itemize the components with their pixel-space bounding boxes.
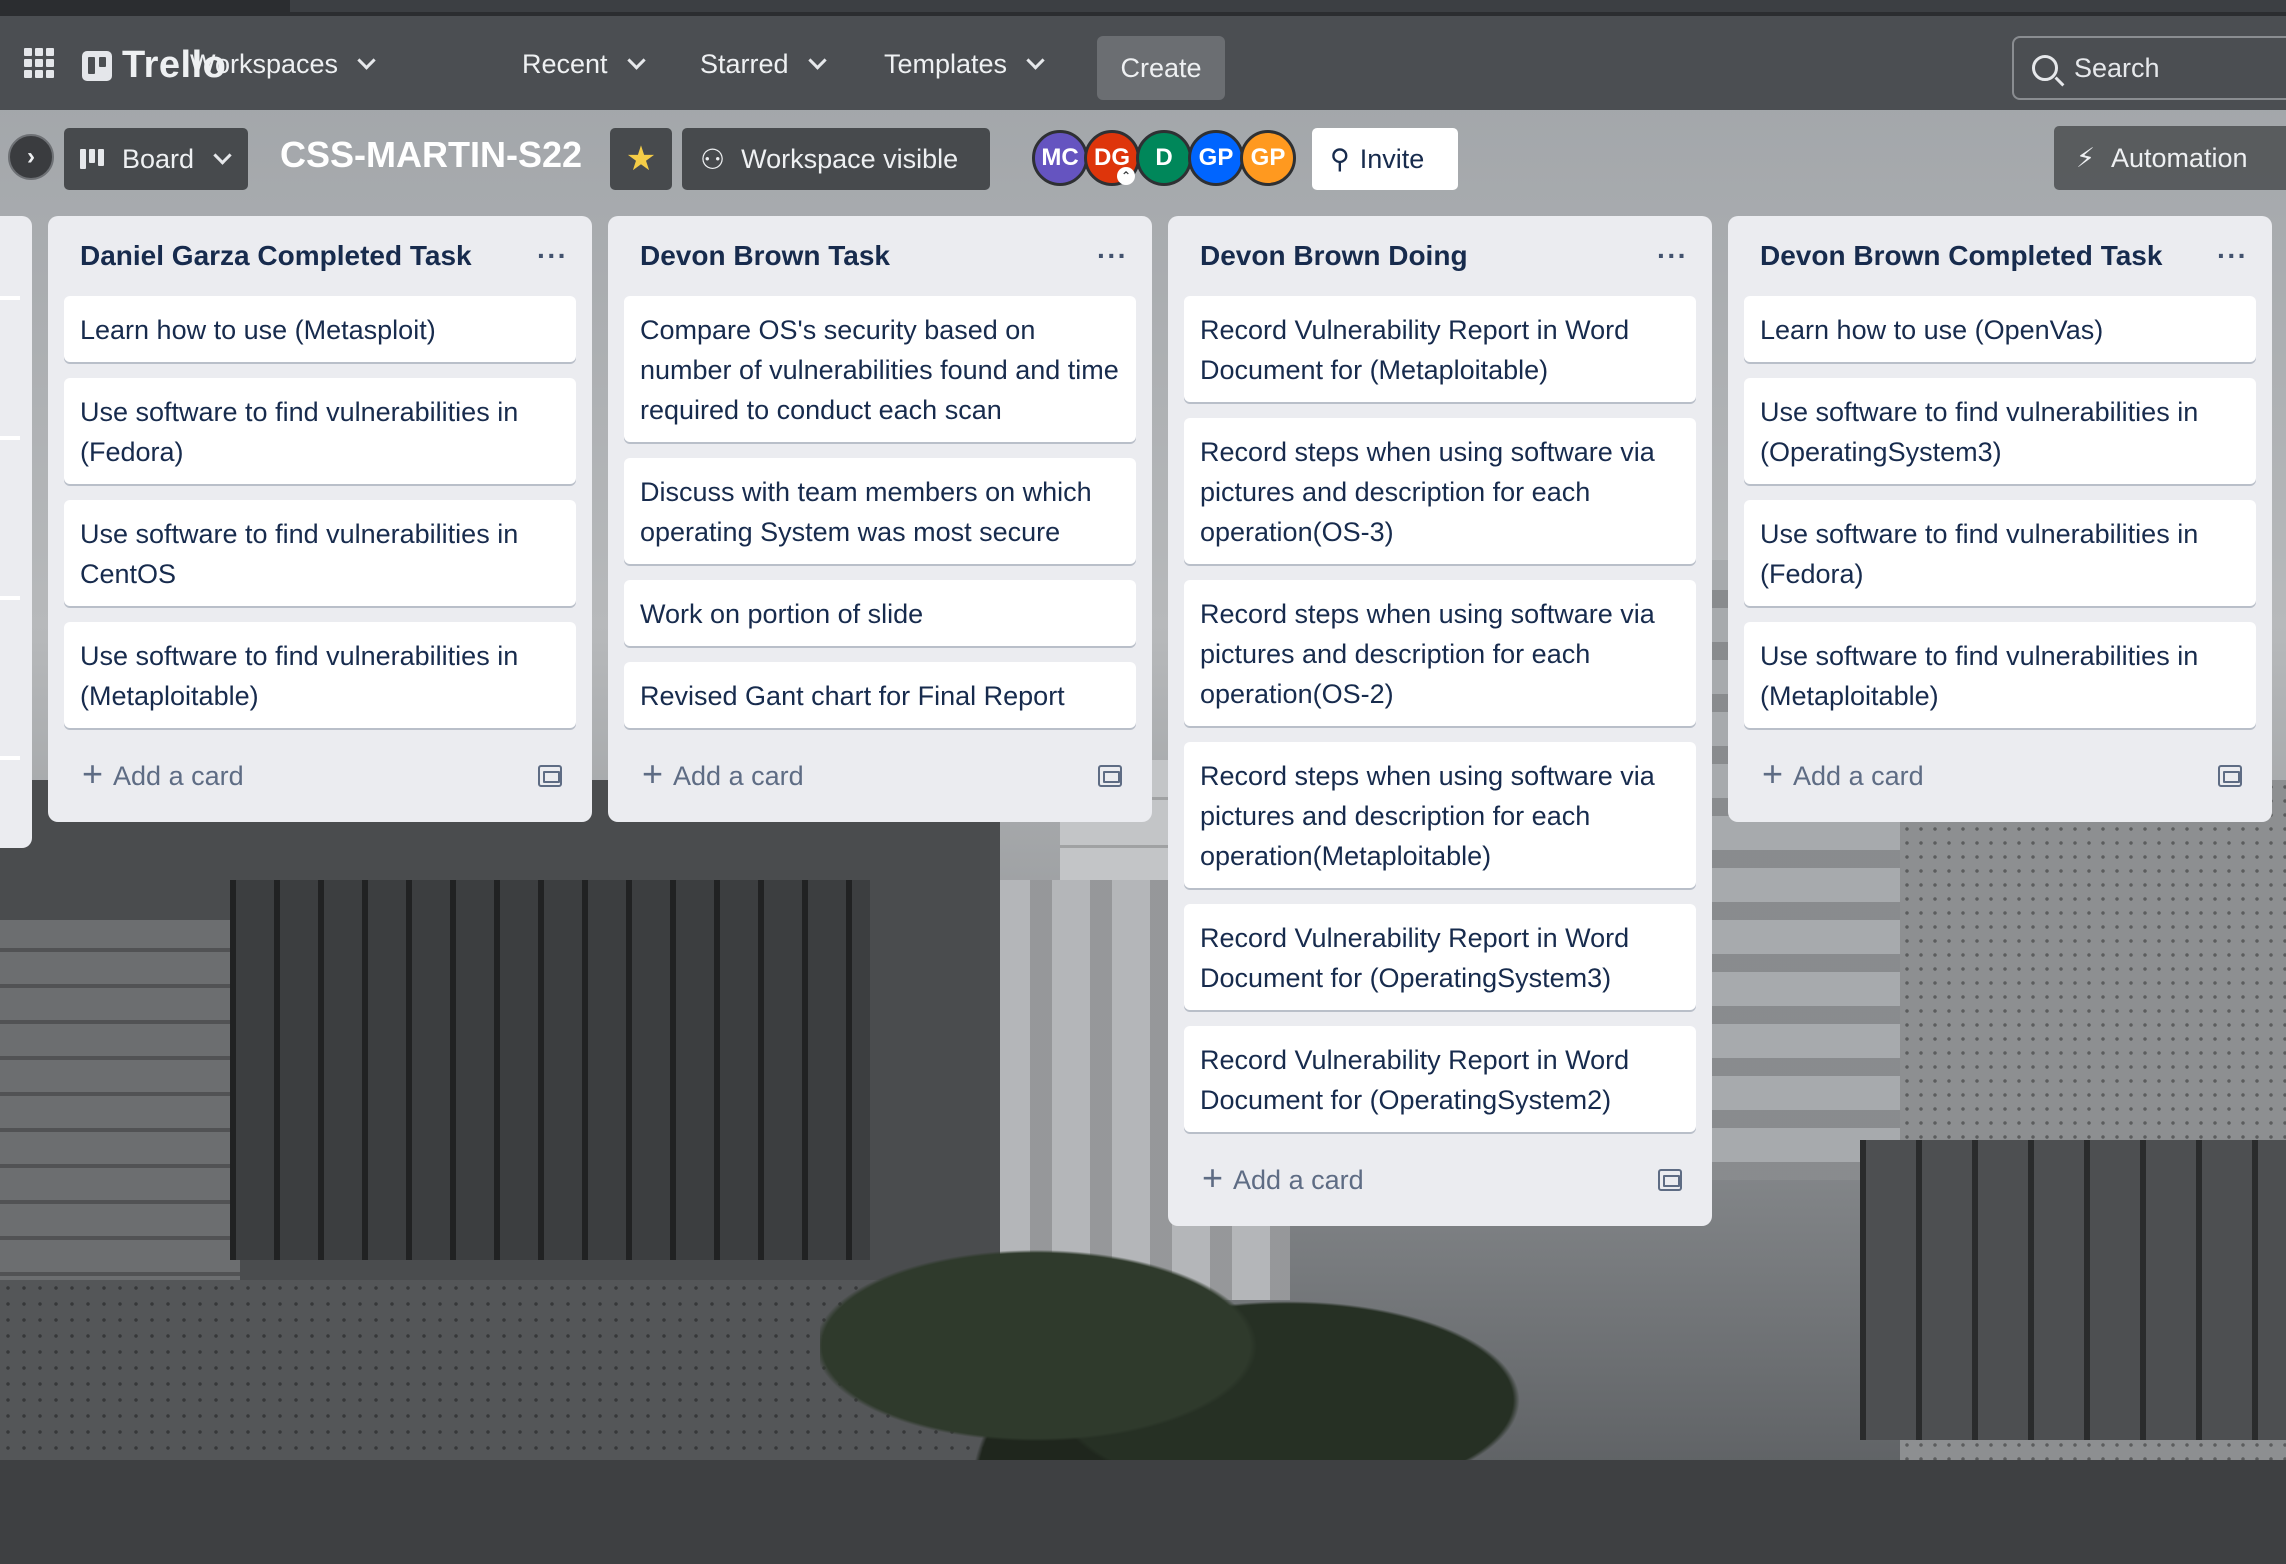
board-view-switcher[interactable]: Board (64, 128, 248, 190)
starred-label: Starred (700, 48, 789, 79)
invite-label: Invite (1359, 143, 1425, 174)
list-devon-brown-completed: Devon Brown Completed Task ··· Learn how… (1728, 216, 2272, 822)
top-navigation-bar: Trello Workspaces Recent Starred Templat… (0, 16, 2286, 110)
avatar[interactable]: MC (1032, 130, 1088, 186)
avatar[interactable]: DG ⌃ (1084, 130, 1140, 186)
automation-button[interactable]: ⚡ Automation (2054, 126, 2286, 190)
templates-label: Templates (884, 48, 1008, 79)
card[interactable]: Learn how to use (OpenVas) (1744, 296, 2256, 362)
plus-icon: + (82, 753, 104, 794)
chevron-down-icon (626, 50, 646, 70)
list-title[interactable]: Devon Brown Task (640, 240, 890, 272)
browser-top-strip (0, 0, 2286, 16)
avatar[interactable]: GP (1188, 130, 1244, 186)
search-icon (2032, 55, 2058, 81)
member-avatars: MC DG ⌃ D GP GP (1032, 130, 1296, 186)
card[interactable]: Record steps when using software via pic… (1184, 418, 1696, 564)
list-partial-offscreen (0, 216, 32, 848)
list-title[interactable]: Devon Brown Completed Task (1760, 240, 2162, 272)
app-switcher-icon[interactable] (24, 48, 54, 78)
chevron-down-icon (807, 50, 827, 70)
automation-label: Automation (2110, 142, 2248, 173)
list-menu-icon[interactable]: ··· (1097, 240, 1128, 272)
card[interactable]: Use software to find vulnerabilities in … (1744, 500, 2256, 606)
plus-icon: + (642, 753, 664, 794)
list-title[interactable]: Daniel Garza Completed Task (80, 240, 472, 272)
card-template-icon[interactable] (2218, 765, 2242, 787)
board-header: › Board CSS-MARTIN-S22 ★ ⚇ Workspace vis… (0, 110, 2286, 210)
chevron-down-icon (213, 145, 232, 165)
chevron-down-icon (1026, 50, 1045, 70)
trello-logo-icon (82, 50, 112, 81)
card[interactable]: Record steps when using software via pic… (1184, 580, 1696, 726)
add-card-label: Add a card (1793, 760, 1924, 791)
starred-menu[interactable]: Starred (692, 42, 832, 86)
board-view-label: Board (122, 143, 195, 174)
card[interactable]: Learn how to use (Metasploit) (64, 296, 576, 362)
card[interactable]: Use software to find vulnerabilities in … (64, 622, 576, 728)
card[interactable]: Use software to find vulnerabilities in … (64, 378, 576, 484)
chevron-right-icon: › (27, 143, 35, 170)
list-menu-icon[interactable]: ··· (1657, 240, 1688, 272)
list-menu-icon[interactable]: ··· (537, 240, 568, 272)
recent-label: Recent (522, 48, 608, 79)
add-card-button[interactable]: + Add a card (1202, 1160, 1364, 1196)
workspaces-label: Workspaces (190, 48, 339, 79)
search-placeholder: Search (2074, 52, 2160, 83)
avatar[interactable]: GP (1240, 130, 1296, 186)
invite-button[interactable]: ⚲ Invite (1312, 128, 1458, 190)
list-daniel-garza-completed: Daniel Garza Completed Task ··· Learn ho… (48, 216, 592, 822)
create-button[interactable]: Create (1097, 36, 1225, 100)
add-card-label: Add a card (1233, 1164, 1364, 1195)
add-card-button[interactable]: + Add a card (82, 756, 244, 792)
add-person-icon: ⚲ (1330, 143, 1350, 174)
star-board-button[interactable]: ★ (610, 128, 672, 190)
card[interactable]: Work on portion of slide (624, 580, 1136, 646)
card[interactable]: Use software to find vulnerabilities in … (1744, 622, 2256, 728)
card[interactable]: Compare OS's security based on number of… (624, 296, 1136, 442)
avatar[interactable]: D (1136, 130, 1192, 186)
list-devon-brown-doing: Devon Brown Doing ··· Record Vulnerabili… (1168, 216, 1712, 1226)
visibility-label: Workspace visible (741, 143, 959, 174)
card[interactable]: Record steps when using software via pic… (1184, 742, 1696, 888)
list-title[interactable]: Devon Brown Doing (1200, 240, 1468, 272)
card[interactable]: Discuss with team members on which opera… (624, 458, 1136, 564)
board-view-icon (80, 149, 108, 169)
card[interactable]: Use software to find vulnerabilities in … (1744, 378, 2256, 484)
lightning-icon: ⚡ (2076, 142, 2095, 173)
plus-icon: + (1202, 1157, 1224, 1198)
add-card-label: Add a card (673, 760, 804, 791)
workspaces-menu[interactable]: Workspaces (182, 42, 381, 86)
card-template-icon[interactable] (1658, 1169, 1682, 1191)
card[interactable]: Record Vulnerability Report in Word Docu… (1184, 904, 1696, 1010)
visibility-button[interactable]: ⚇ Workspace visible (682, 128, 990, 190)
board-title[interactable]: CSS-MARTIN-S22 (280, 134, 582, 176)
admin-badge-icon: ⌃ (1117, 167, 1135, 185)
card-template-icon[interactable] (1098, 765, 1122, 787)
list-devon-brown-task: Devon Brown Task ··· Compare OS's securi… (608, 216, 1152, 822)
star-icon: ★ (625, 140, 657, 178)
list-menu-icon[interactable]: ··· (2217, 240, 2248, 272)
card[interactable]: Use software to find vulnerabilities in … (64, 500, 576, 606)
card[interactable]: Record Vulnerability Report in Word Docu… (1184, 1026, 1696, 1132)
add-card-button[interactable]: + Add a card (1762, 756, 1924, 792)
card[interactable]: Revised Gant chart for Final Report (624, 662, 1136, 728)
plus-icon: + (1762, 753, 1784, 794)
recent-menu[interactable]: Recent (514, 42, 651, 86)
card-template-icon[interactable] (538, 765, 562, 787)
people-icon: ⚇ (700, 143, 726, 175)
expand-sidebar-button[interactable]: › (8, 134, 54, 180)
templates-menu[interactable]: Templates (876, 42, 1050, 86)
search-input[interactable]: Search (2012, 36, 2286, 100)
add-card-button[interactable]: + Add a card (642, 756, 804, 792)
card[interactable]: Record Vulnerability Report in Word Docu… (1184, 296, 1696, 402)
chevron-down-icon (357, 50, 376, 70)
add-card-label: Add a card (113, 760, 244, 791)
